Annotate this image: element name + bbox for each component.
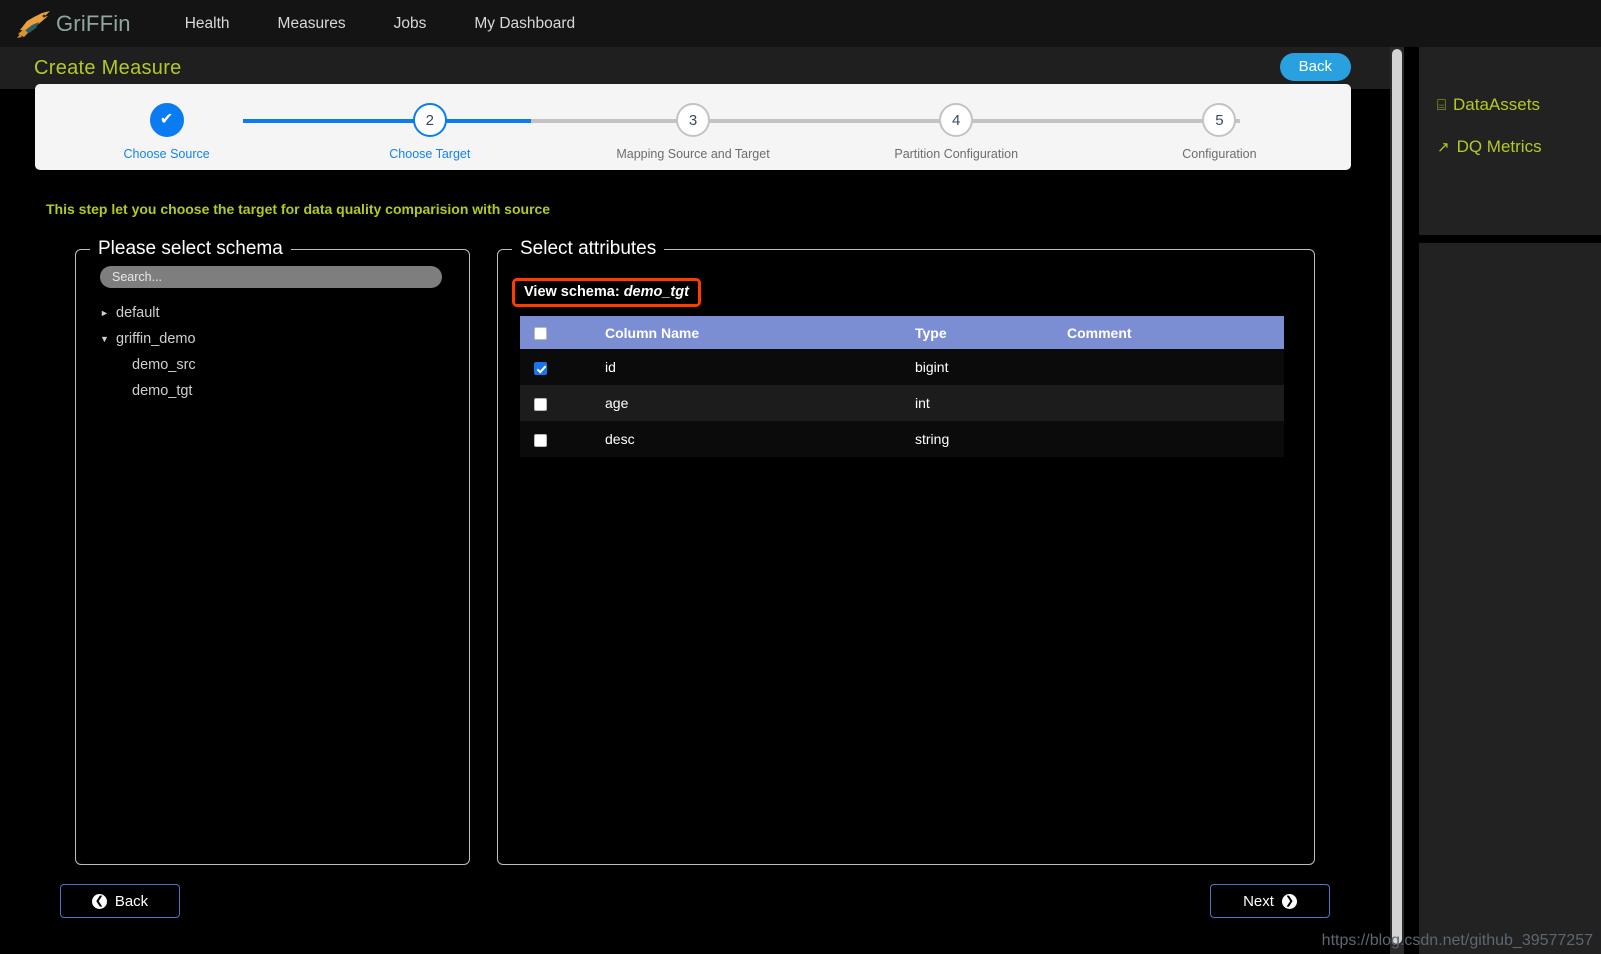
sidebar-item-dataassets[interactable]: ⌸ DataAssets [1437,95,1601,115]
chart-line-icon: ↗ [1437,138,1450,156]
view-schema-name: demo_tgt [623,284,689,300]
step-3-label: Mapping Source and Target [616,147,770,161]
select-all-header [520,316,605,349]
footer-next-label: Next [1243,892,1274,910]
footer-back-button[interactable]: ❮ Back [60,884,180,918]
check-icon: ✔ [159,111,174,128]
nav-links: Health Measures Jobs My Dashboard [175,9,585,39]
row-comment [1067,421,1284,457]
tree-node-griffin-demo[interactable]: ▼ griffin_demo [100,326,469,352]
brand-logo-group[interactable]: GriFFin [14,4,131,44]
row-column-name: id [605,359,616,375]
page-scrollbar-track[interactable] [1390,47,1404,954]
select-attributes-legend: Select attributes [520,238,657,259]
right-sidebar-panel: ⌸ DataAssets ↗ DQ Metrics [1419,47,1601,235]
table-grid-icon: ⌸ [1437,96,1447,114]
step-3-circle: 3 [676,103,710,137]
view-schema-badge[interactable]: View schema: demo_tgt [512,278,701,307]
step-choose-target[interactable]: 2 Choose Target [298,84,561,170]
row-checkbox-cell [520,385,605,421]
row-column-name: desc [605,431,635,447]
header-type: Type [915,316,1067,349]
row-checkbox-cell [520,349,605,385]
table-row[interactable]: age int [520,385,1284,421]
row-comment [1067,385,1284,421]
schema-tree: ► default ▼ griffin_demo demo_src demo_t… [100,300,469,404]
step-1-label: Choose Source [123,147,210,161]
step-4-circle: 4 [939,103,974,137]
footer-back-label: Back [114,892,149,910]
header-column-name: Column Name [605,316,915,349]
nav-link-jobs[interactable]: Jobs [384,9,437,39]
top-navigation-bar: GriFFin Health Measures Jobs My Dashboar… [0,0,1601,47]
step-2-label: Choose Target [389,147,471,161]
step-2-circle: 2 [412,103,447,137]
row-checkbox-desc[interactable] [534,433,547,447]
brand-name: GriFFin [56,10,131,36]
attributes-table: Column Name Type Comment id bigint age i… [520,316,1284,457]
header-comment: Comment [1067,316,1284,349]
step-5-label: Configuration [1182,147,1257,161]
right-sidebar: ⌸ DataAssets ↗ DQ Metrics [1419,47,1601,954]
row-comment [1067,349,1284,385]
schema-search-input[interactable] [100,266,442,288]
step-partition-configuration[interactable]: 4 Partition Configuration [825,84,1088,170]
tree-item-demo-src[interactable]: demo_src [132,352,469,378]
right-sidebar-lower-strip [1419,243,1601,954]
griffin-logo-icon [14,8,54,40]
tree-node-label: default [116,305,160,321]
row-checkbox-cell [520,421,605,457]
step-1-circle: ✔ [149,103,184,137]
step-hint-text: This step let you choose the target for … [46,201,551,217]
table-row[interactable]: desc string [520,421,1284,457]
arrow-right-circle-icon: ❯ [1281,893,1297,909]
nav-link-health[interactable]: Health [175,9,240,39]
nav-link-measures[interactable]: Measures [268,9,356,39]
chevron-right-icon[interactable]: ► [100,308,116,318]
header-back-button[interactable]: Back [1279,53,1351,81]
arrow-left-circle-icon: ❮ [91,893,107,909]
table-header-row: Column Name Type Comment [520,316,1284,349]
chevron-down-icon[interactable]: ▼ [100,334,116,344]
row-checkbox-id[interactable] [534,361,547,375]
app-root: GriFFin Health Measures Jobs My Dashboar… [0,0,1601,954]
page-scrollbar-thumb[interactable] [1392,49,1402,944]
row-checkbox-age[interactable] [534,397,547,411]
page-title: Create Measure [34,56,182,79]
page-header: Create Measure Back [0,47,1390,89]
sidebar-item-label: DataAssets [1453,95,1540,114]
content-card: This step let you choose the target for … [35,188,1351,928]
footer-next-button[interactable]: Next ❯ [1210,884,1330,918]
row-type: int [915,395,930,411]
step-5-circle: 5 [1202,103,1237,137]
tree-node-label: griffin_demo [116,331,196,347]
sidebar-item-label: DQ Metrics [1456,137,1542,156]
step-configuration[interactable]: 5 Configuration [1088,84,1351,170]
select-attributes-panel: Select attributes View schema: demo_tgt … [497,238,1315,865]
view-schema-prefix: View schema: [524,284,620,300]
step-connector-2-3-filled [491,119,532,123]
wizard-stepper: ✔ Choose Source 2 Choose Target 3 Mappin… [35,84,1351,170]
step-connector-1-2 [242,119,492,123]
step-mapping-source-and-target[interactable]: 3 Mapping Source and Target [561,84,824,170]
row-type: string [915,431,950,447]
tree-item-demo-tgt[interactable]: demo_tgt [132,378,469,404]
select-all-checkbox[interactable] [534,327,547,341]
watermark-text: https://blog.csdn.net/github_39577257 [1321,932,1593,949]
row-type: bigint [915,359,949,375]
nav-link-my-dashboard[interactable]: My Dashboard [464,9,585,39]
step-4-label: Partition Configuration [894,147,1019,161]
sidebar-item-dq-metrics[interactable]: ↗ DQ Metrics [1437,137,1601,157]
select-schema-legend: Please select schema [98,238,283,259]
select-schema-panel: Please select schema ► default ▼ griffin… [75,238,470,865]
tree-node-default[interactable]: ► default [100,300,469,326]
table-row[interactable]: id bigint [520,349,1284,385]
row-column-name: age [605,395,629,411]
step-choose-source[interactable]: ✔ Choose Source [35,84,298,170]
